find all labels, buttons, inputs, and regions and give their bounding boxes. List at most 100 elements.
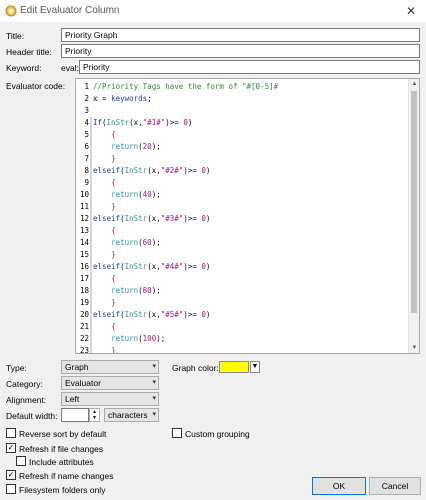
code-line: } xyxy=(111,202,116,211)
code-line: return(40); xyxy=(111,190,161,199)
line-number: 8 xyxy=(84,166,89,175)
line-number: 18 xyxy=(79,286,89,295)
title-input[interactable]: Priority Graph xyxy=(61,28,420,42)
chevron-down-icon: ▾ xyxy=(152,363,156,370)
line-number: 3 xyxy=(84,106,89,115)
keyword-label: Keyword: xyxy=(6,63,42,73)
line-number: 14 xyxy=(79,238,89,247)
code-line: } xyxy=(111,250,116,259)
refresh-name-label: Refresh if name changes xyxy=(19,471,114,481)
header-title-label: Header title: xyxy=(6,47,52,57)
line-number: 7 xyxy=(84,154,89,163)
line-number: 4 xyxy=(84,118,89,127)
code-line: //Priority Tags have the form of "#[0-5]… xyxy=(93,82,279,91)
code-line: If(InStr(x,"#1#")>= 0) xyxy=(93,118,193,127)
fold-marker xyxy=(90,213,92,261)
width-unit-value: characters xyxy=(108,410,148,420)
width-spinner[interactable]: ▲ ▼ xyxy=(89,408,100,422)
line-number: 6 xyxy=(84,142,89,151)
line-number: 12 xyxy=(79,214,89,223)
line-number: 13 xyxy=(79,226,89,235)
title-label: Title: xyxy=(6,31,25,41)
type-value: Graph xyxy=(65,362,89,372)
custom-grouping-checkbox[interactable] xyxy=(172,428,182,438)
scroll-down-icon[interactable]: ▼ xyxy=(409,343,419,353)
line-number: 10 xyxy=(79,190,89,199)
chevron-down-icon: ▾ xyxy=(152,395,156,402)
graph-color-swatch[interactable] xyxy=(219,361,249,373)
code-line: return(100); xyxy=(111,334,166,343)
line-number: 16 xyxy=(79,262,89,271)
refresh-name-checkbox[interactable]: ✓ xyxy=(6,470,16,480)
line-number: 1 xyxy=(84,82,89,91)
code-line: elseif(InStr(x,"#2#")>= 0) xyxy=(93,166,211,175)
include-attributes-checkbox[interactable] xyxy=(16,456,26,466)
line-number-gutter: 1234567891011121314151617181920212223242… xyxy=(76,79,89,353)
code-line: elseif(InStr(x,"#4#")>= 0) xyxy=(93,262,211,271)
line-number: 22 xyxy=(79,334,89,343)
line-number: 2 xyxy=(84,94,89,103)
code-line: elseif(InStr(x,"#5#")>= 0) xyxy=(93,310,211,319)
title-bar: Edit Evaluator Column ✕ xyxy=(0,0,426,22)
category-label: Category: xyxy=(6,379,43,389)
reverse-sort-checkbox[interactable] xyxy=(6,428,16,438)
line-number: 23 xyxy=(79,346,89,354)
default-width-label: Default width: xyxy=(6,411,58,421)
code-line: return(80); xyxy=(111,286,161,295)
code-editor[interactable]: 1234567891011121314151617181920212223242… xyxy=(75,78,420,354)
keyword-prefix: eval: xyxy=(61,63,79,73)
evaluator-code-label: Evaluator code: xyxy=(6,81,66,91)
width-unit-select[interactable]: characters ▾ xyxy=(104,408,159,422)
code-line: { xyxy=(111,178,116,187)
close-button[interactable]: ✕ xyxy=(396,0,426,22)
alignment-label: Alignment: xyxy=(6,395,47,405)
ok-button[interactable]: OK xyxy=(312,477,366,495)
code-line: elseif(InStr(x,"#3#")>= 0) xyxy=(93,214,211,223)
default-width-input[interactable] xyxy=(61,408,89,422)
fold-marker xyxy=(90,117,92,165)
include-attributes-label: Include attributes xyxy=(29,457,94,467)
line-number: 21 xyxy=(79,322,89,331)
code-line: { xyxy=(111,322,116,331)
keyword-input[interactable]: Priority xyxy=(79,60,420,74)
line-number: 15 xyxy=(79,250,89,259)
code-line: { xyxy=(111,226,116,235)
cancel-button[interactable]: Cancel xyxy=(369,477,421,495)
type-label: Type: xyxy=(6,363,27,373)
code-line: } xyxy=(111,346,116,354)
code-line: { xyxy=(111,274,116,283)
category-select[interactable]: Evaluator ▾ xyxy=(61,376,159,390)
refresh-file-label: Refresh if file changes xyxy=(19,444,104,454)
line-number: 19 xyxy=(79,298,89,307)
category-value: Evaluator xyxy=(65,378,101,388)
filesystem-folders-label: Filesystem folders only xyxy=(19,485,106,495)
alignment-select[interactable]: Left ▾ xyxy=(61,392,159,406)
graph-color-dropdown[interactable]: ▼ xyxy=(250,361,260,373)
code-line: x = keywords; xyxy=(93,94,152,103)
scroll-up-icon[interactable]: ▲ xyxy=(409,79,419,89)
code-line: return(20); xyxy=(111,142,161,151)
spin-down-icon[interactable]: ▼ xyxy=(90,415,99,421)
custom-grouping-label: Custom grouping xyxy=(185,429,250,439)
chevron-down-icon: ▾ xyxy=(152,411,156,418)
alignment-value: Left xyxy=(65,394,80,404)
header-title-input[interactable]: Priority xyxy=(61,44,420,58)
type-select[interactable]: Graph ▾ xyxy=(61,360,159,374)
refresh-file-checkbox[interactable]: ✓ xyxy=(6,443,16,453)
app-icon xyxy=(5,5,17,17)
code-line: } xyxy=(111,298,116,307)
vertical-scrollbar[interactable]: ▲ ▼ xyxy=(408,79,419,353)
check-icon: ✓ xyxy=(7,443,15,452)
code-line: { xyxy=(111,130,116,139)
line-number: 9 xyxy=(84,178,89,187)
fold-marker xyxy=(90,165,92,213)
fold-marker xyxy=(90,261,92,309)
filesystem-folders-checkbox[interactable] xyxy=(6,484,16,494)
window-title: Edit Evaluator Column xyxy=(20,5,120,16)
line-number: 11 xyxy=(79,202,89,211)
line-number: 17 xyxy=(79,274,89,283)
scroll-thumb[interactable] xyxy=(411,91,417,313)
code-line: } xyxy=(111,154,116,163)
reverse-sort-label: Reverse sort by default xyxy=(19,429,107,439)
line-number: 5 xyxy=(84,130,89,139)
